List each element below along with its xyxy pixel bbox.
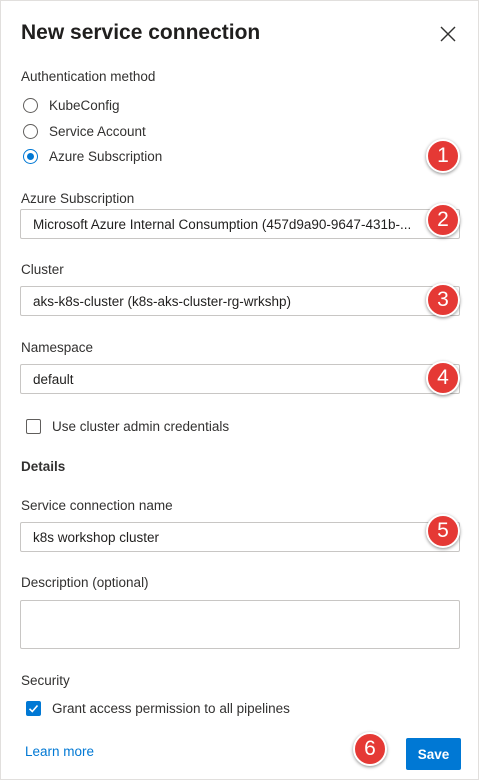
radio-kubeconfig[interactable]: KubeConfig bbox=[23, 98, 120, 113]
dialog-title: New service connection bbox=[21, 21, 261, 44]
annotation-badge-3: 3 bbox=[426, 283, 460, 317]
cluster-label: Cluster bbox=[21, 262, 64, 277]
details-heading: Details bbox=[21, 459, 66, 474]
subscription-dropdown[interactable]: Microsoft Azure Internal Consumption (45… bbox=[20, 209, 460, 239]
annotation-badge-1: 1 bbox=[426, 139, 460, 173]
connection-name-label: Service connection name bbox=[21, 498, 173, 513]
radio-label: KubeConfig bbox=[49, 98, 120, 113]
namespace-label: Namespace bbox=[21, 340, 94, 355]
grant-access-checkbox[interactable] bbox=[26, 701, 41, 716]
close-icon bbox=[440, 26, 456, 42]
annotation-badge-2: 2 bbox=[426, 203, 460, 237]
annotation-badge-5: 5 bbox=[426, 514, 460, 548]
radio-button[interactable] bbox=[23, 98, 38, 113]
description-textarea[interactable] bbox=[20, 600, 460, 649]
save-button[interactable]: Save bbox=[406, 738, 461, 770]
radio-label: Azure Subscription bbox=[49, 149, 163, 164]
security-heading: Security bbox=[21, 673, 70, 688]
namespace-input[interactable]: default bbox=[20, 364, 460, 394]
grant-access-checkbox-row[interactable]: Grant access permission to all pipelines bbox=[26, 701, 290, 716]
namespace-value: default bbox=[33, 371, 74, 387]
service-connection-panel: New service connection Authentication me… bbox=[0, 0, 479, 780]
description-label: Description (optional) bbox=[21, 575, 149, 590]
connection-name-value: k8s workshop cluster bbox=[33, 529, 160, 545]
subscription-value: Microsoft Azure Internal Consumption (45… bbox=[33, 216, 412, 232]
cluster-dropdown[interactable]: aks-k8s-cluster (k8s-aks-cluster-rg-wrks… bbox=[20, 286, 460, 316]
auth-method-label: Authentication method bbox=[21, 69, 156, 84]
radio-button[interactable] bbox=[23, 124, 38, 139]
grant-access-label: Grant access permission to all pipelines bbox=[52, 701, 290, 716]
radio-button-selected[interactable] bbox=[23, 149, 38, 164]
admin-credentials-checkbox-row[interactable]: Use cluster admin credentials bbox=[26, 419, 229, 434]
annotation-badge-4: 4 bbox=[426, 361, 460, 395]
connection-name-input[interactable]: k8s workshop cluster bbox=[20, 522, 460, 552]
admin-credentials-label: Use cluster admin credentials bbox=[52, 419, 230, 434]
learn-more-link[interactable]: Learn more bbox=[25, 744, 94, 759]
radio-label: Service Account bbox=[49, 124, 146, 139]
cluster-value: aks-k8s-cluster (k8s-aks-cluster-rg-wrks… bbox=[33, 293, 292, 309]
annotation-badge-6: 6 bbox=[353, 732, 387, 766]
admin-credentials-checkbox[interactable] bbox=[26, 419, 41, 434]
checkmark-icon bbox=[28, 704, 39, 713]
radio-service-account[interactable]: Service Account bbox=[23, 124, 146, 139]
radio-azure-subscription[interactable]: Azure Subscription bbox=[23, 149, 162, 164]
subscription-label: Azure Subscription bbox=[21, 191, 135, 206]
close-button[interactable] bbox=[437, 23, 459, 45]
